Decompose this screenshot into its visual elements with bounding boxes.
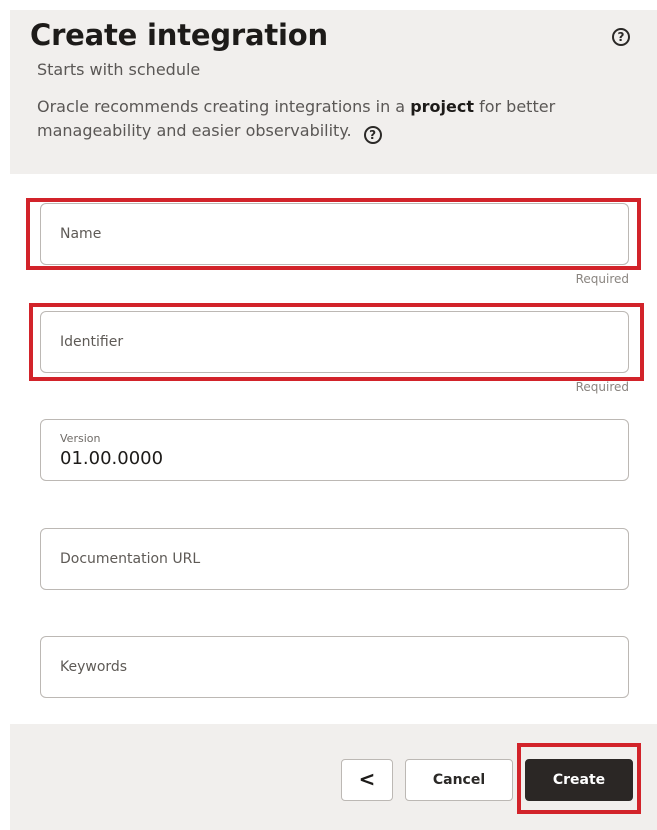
create-button[interactable]: Create (525, 759, 633, 801)
page-title: Create integration (30, 18, 328, 52)
project-link: project (410, 97, 474, 116)
help-icon-inline[interactable]: ? (363, 126, 382, 144)
recommendation-prefix: Oracle recommends creating integrations … (37, 97, 411, 116)
back-button[interactable]: < (341, 759, 393, 801)
keywords-input[interactable] (41, 637, 628, 697)
page-subtitle: Starts with schedule (37, 60, 201, 79)
recommendation-text: Oracle recommends creating integrations … (37, 95, 637, 144)
version-value[interactable]: 01.00.0000 (60, 448, 163, 469)
name-field[interactable] (40, 203, 629, 265)
documentation-url-input[interactable] (41, 529, 628, 589)
cancel-button[interactable]: Cancel (405, 759, 513, 801)
version-field[interactable]: Version 01.00.0000 (40, 419, 629, 481)
name-input[interactable] (41, 204, 628, 264)
documentation-url-field[interactable] (40, 528, 629, 590)
identifier-input[interactable] (41, 312, 628, 372)
help-icon[interactable]: ? (612, 28, 630, 46)
name-required-hint: Required (575, 272, 629, 286)
identifier-field[interactable] (40, 311, 629, 373)
identifier-required-hint: Required (575, 380, 629, 394)
version-label: Version (60, 432, 101, 445)
keywords-field[interactable] (40, 636, 629, 698)
